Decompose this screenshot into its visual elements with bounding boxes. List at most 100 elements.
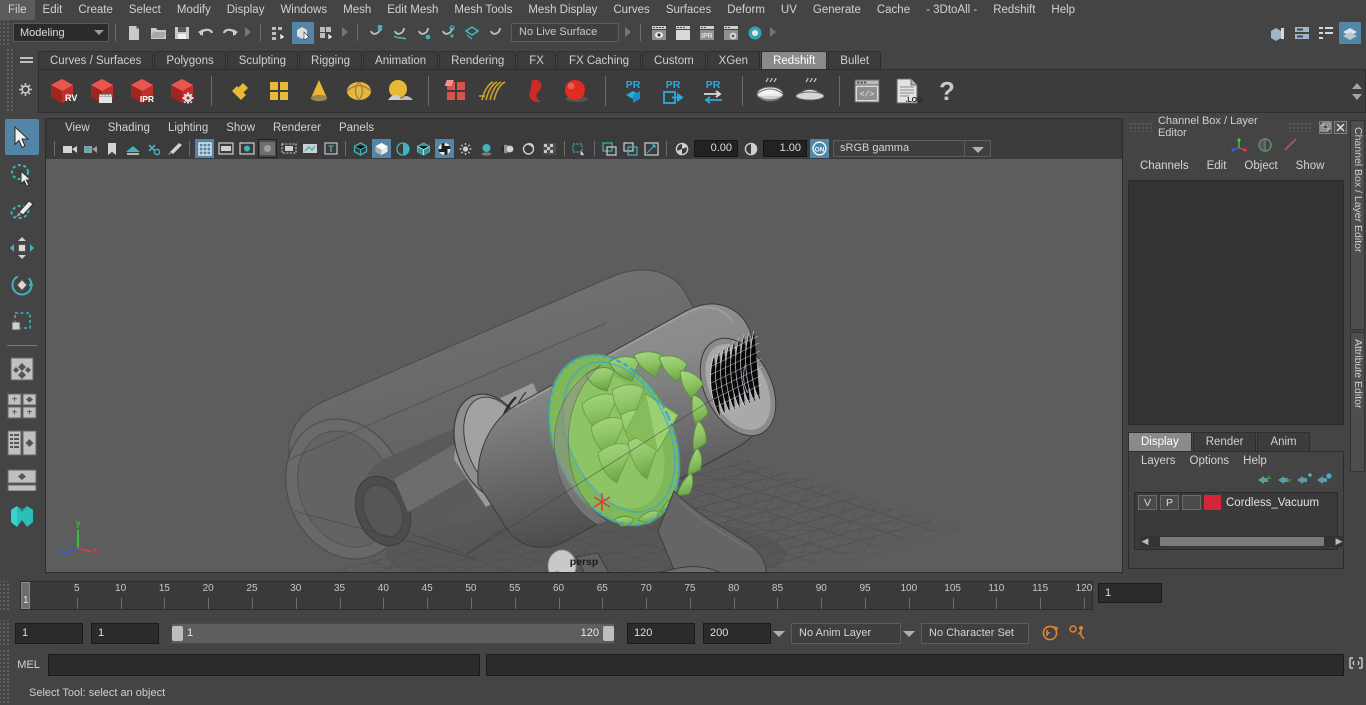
shelf-tab-curves-surfaces[interactable]: Curves / Surfaces <box>38 51 154 70</box>
move-layer-down-icon[interactable] <box>1275 472 1295 488</box>
panel-zoom-icon[interactable] <box>600 139 619 158</box>
menu-modify[interactable]: Modify <box>169 0 219 20</box>
layer-shading-toggle[interactable] <box>1182 495 1201 510</box>
layer-editor-menu-help[interactable]: Help <box>1236 452 1274 471</box>
redshift-bake-pie-icon[interactable] <box>751 72 789 110</box>
shelf-tab-fx-caching[interactable]: FX Caching <box>556 51 642 70</box>
panel-grip-right[interactable] <box>1288 122 1313 132</box>
anim-end-time-field[interactable]: 200 <box>703 622 771 644</box>
workspace-icon[interactable] <box>1267 22 1289 44</box>
command-input[interactable] <box>48 654 481 676</box>
texture-borders-icon[interactable]: T <box>321 139 340 158</box>
snap-to-curve-icon[interactable] <box>389 22 411 44</box>
create-layer-from-selected-icon[interactable] <box>1315 472 1335 488</box>
make-live-icon[interactable] <box>485 22 507 44</box>
redo-icon[interactable] <box>219 22 241 44</box>
layer-editor-tab-render[interactable]: Render <box>1192 432 1257 451</box>
viewport-menu-renderer[interactable]: Renderer <box>264 119 330 138</box>
move-layer-up-icon[interactable] <box>1255 472 1275 488</box>
textured-icon[interactable] <box>435 139 454 158</box>
gamma-field[interactable]: 1.00 <box>763 140 807 157</box>
redshift-proxy-cube-icon[interactable] <box>437 72 475 110</box>
collapse-arrow-icon[interactable] <box>244 24 252 41</box>
redshift-hair-icon[interactable] <box>477 72 515 110</box>
ipr-render-icon[interactable]: IPR <box>696 22 718 44</box>
collapse-arrow-icon[interactable] <box>769 24 777 41</box>
menu-windows[interactable]: Windows <box>272 0 335 20</box>
viewport-menu-lighting[interactable]: Lighting <box>159 119 217 138</box>
redshift-render-settings-icon[interactable] <box>163 72 201 110</box>
shelf-menu-icon[interactable] <box>20 57 33 64</box>
layer-list-horizontal-scrollbar[interactable]: ◀ ▶ <box>1140 536 1344 547</box>
snap-to-point-icon[interactable] <box>413 22 435 44</box>
menu-edit-mesh[interactable]: Edit Mesh <box>379 0 446 20</box>
shelf-tab-xgen[interactable]: XGen <box>706 51 761 70</box>
menu-help[interactable]: Help <box>1043 0 1083 20</box>
gate-mask-icon[interactable] <box>258 139 277 158</box>
xray-icon[interactable] <box>279 139 298 158</box>
hypershade-layout-icon[interactable] <box>1339 22 1361 44</box>
shaded-wireframe-icon[interactable] <box>414 139 433 158</box>
redshift-help-icon[interactable]: ? <box>928 72 966 110</box>
redshift-cone-light-icon[interactable] <box>300 72 338 110</box>
render-settings-icon[interactable] <box>720 22 742 44</box>
command-output-field[interactable] <box>486 654 1345 676</box>
redshift-material-grid-icon[interactable] <box>260 72 298 110</box>
paint-select-tool[interactable] <box>5 193 39 229</box>
use-all-lights-icon[interactable] <box>456 139 475 158</box>
collapse-arrow-icon[interactable] <box>624 24 632 41</box>
render-current-frame-icon[interactable] <box>672 22 694 44</box>
layer-name[interactable]: Cordless_Vacuum <box>1226 497 1319 509</box>
scroll-down-icon[interactable] <box>1352 93 1362 100</box>
menu-redshift[interactable]: Redshift <box>985 0 1043 20</box>
two-d-pan-zoom-icon[interactable] <box>144 139 163 158</box>
film-gate-icon[interactable] <box>216 139 235 158</box>
redshift-pr-transfer-icon[interactable]: PR <box>694 72 732 110</box>
shelf-tab-polygons[interactable]: Polygons <box>154 51 226 70</box>
open-scene-icon[interactable] <box>147 22 169 44</box>
shadows-icon[interactable] <box>477 139 496 158</box>
save-scene-icon[interactable] <box>171 22 193 44</box>
snapshot-icon[interactable] <box>621 139 640 158</box>
attribute-editor-icon[interactable] <box>1256 137 1276 155</box>
show-render-view-icon[interactable] <box>648 22 670 44</box>
exposure-icon[interactable] <box>672 139 691 158</box>
grab-icon[interactable] <box>642 139 661 158</box>
menu-mesh[interactable]: Mesh <box>335 0 379 20</box>
redshift-sphere-icon[interactable] <box>557 72 595 110</box>
character-set-field[interactable]: No Character Set <box>921 622 1029 644</box>
grease-pencil-icon[interactable] <box>165 139 184 158</box>
grid-toggle-icon[interactable] <box>195 139 214 158</box>
range-slider-grip[interactable] <box>0 620 9 646</box>
shelf-scroll-arrows[interactable] <box>1350 71 1364 111</box>
shelf-tab-redshift[interactable]: Redshift <box>761 51 828 70</box>
panel-grip[interactable] <box>1129 122 1154 132</box>
layer-editor-menu-layers[interactable]: Layers <box>1134 452 1183 471</box>
smooth-shading-icon[interactable] <box>372 139 391 158</box>
shelf-tab-bullet[interactable]: Bullet <box>828 51 882 70</box>
channel-box-list[interactable] <box>1128 180 1344 425</box>
scrollbar-thumb[interactable] <box>1160 537 1324 546</box>
menu-mesh-display[interactable]: Mesh Display <box>520 0 605 20</box>
isolate-select-icon[interactable] <box>570 139 589 158</box>
menu-cache[interactable]: Cache <box>869 0 918 20</box>
redshift-script-editor-icon[interactable]: </> <box>848 72 886 110</box>
redshift-render-view-icon[interactable]: RV <box>43 72 81 110</box>
move-tool[interactable] <box>5 230 39 266</box>
playback-speed-dropdown-arrow[interactable] <box>771 623 787 644</box>
redshift-render-sequence-icon[interactable] <box>83 72 121 110</box>
close-icon[interactable] <box>1333 120 1347 134</box>
scale-tool[interactable] <box>5 304 39 340</box>
dock-tab-channel-box[interactable]: Channel Box / Layer Editor <box>1350 120 1365 330</box>
range-end-field[interactable]: 120 <box>627 622 695 644</box>
current-frame-field[interactable]: 1 <box>1098 583 1162 603</box>
lasso-select-tool[interactable] <box>5 156 39 192</box>
select-tool[interactable] <box>5 119 39 155</box>
shelf-grip[interactable] <box>6 48 15 112</box>
range-start-field[interactable]: 1 <box>91 622 159 644</box>
redshift-pr-proxy-icon[interactable]: PR <box>614 72 652 110</box>
undo-icon[interactable] <box>195 22 217 44</box>
color-management-dropdown-arrow[interactable] <box>965 140 991 157</box>
snap-to-grid-icon[interactable] <box>365 22 387 44</box>
redshift-log-icon[interactable]: .LOG <box>888 72 926 110</box>
